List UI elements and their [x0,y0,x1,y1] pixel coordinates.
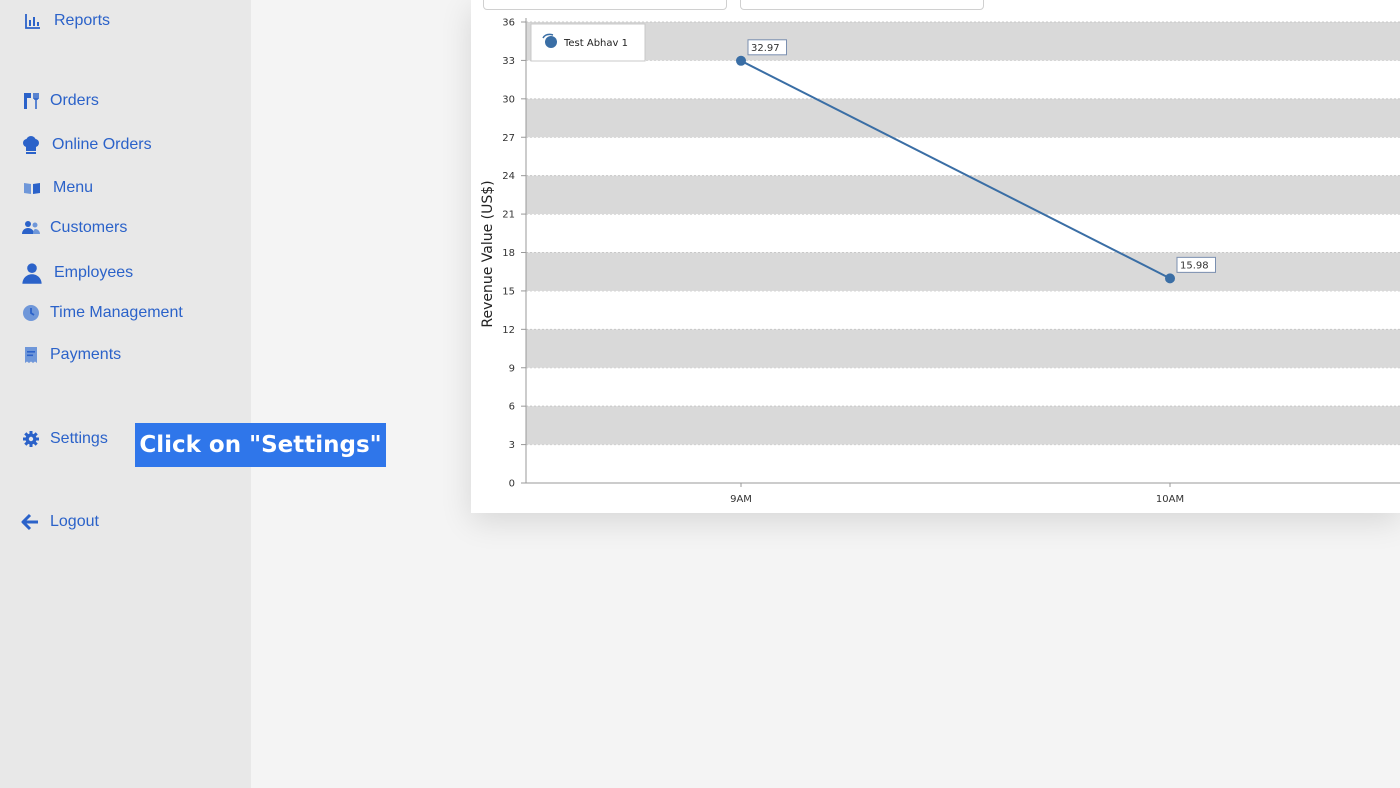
data-label: 32.97 [747,39,787,56]
book-icon [21,177,43,199]
svg-text:32.97: 32.97 [751,43,780,54]
grid-band [526,22,1400,61]
data-label: 15.98 [1176,256,1216,273]
y-tick-label: 30 [502,94,515,105]
y-tick-label: 12 [502,325,515,336]
y-tick-label: 21 [502,210,515,221]
users-icon [20,217,42,239]
legend-marker [545,36,557,48]
sidebar-item-customers[interactable]: Customers [20,217,127,239]
y-tick-label: 33 [502,56,515,67]
y-tick-label: 18 [502,248,515,259]
y-tick-label: 36 [502,18,515,29]
svg-text:15.98: 15.98 [1180,260,1209,271]
gear-icon [20,428,42,450]
arrow-left-icon [20,511,42,533]
user-icon [20,261,44,285]
sidebar-item-employees[interactable]: Employees [20,261,133,285]
grid-band [526,175,1400,215]
data-point[interactable] [736,55,746,66]
y-tick-label: 27 [502,133,515,144]
grid-band [526,406,1400,445]
sidebar-item-label: Online Orders [52,136,152,153]
chef-hat-icon [20,134,42,156]
clock-icon [20,302,42,324]
y-tick-label: 0 [509,479,515,490]
y-tick-label: 6 [509,402,515,413]
sidebar-item-reports[interactable]: Reports [22,10,110,32]
sidebar-item-orders[interactable]: Orders [20,90,99,112]
y-tick-label: 9 [509,363,515,374]
x-tick-label: 10AM [1156,494,1184,505]
instruction-text: Click on "Settings" [139,432,382,458]
y-tick-label: 24 [502,171,515,182]
instruction-callout: Click on "Settings" [135,423,386,467]
sidebar-item-label: Logout [50,513,99,530]
receipt-icon [20,344,42,366]
grid-band [526,98,1400,138]
sidebar: Reports Orders Online Orders Menu Custom… [0,0,251,788]
series-line [740,59,1171,280]
sidebar-item-payments[interactable]: Payments [20,344,121,366]
sidebar-item-menu[interactable]: Menu [21,177,93,199]
chart-panel: 0 3 6 9 12 15 18 21 24 27 30 33 36 9AM 10AM 32.97 15.9… [471,0,1400,513]
sidebar-item-online-orders[interactable]: Online Orders [20,134,152,156]
sidebar-item-label: Payments [50,346,122,363]
sidebar-item-label: Customers [50,219,128,236]
sidebar-item-label: Orders [50,92,99,109]
y-tick-label: 3 [509,440,515,451]
grid-band [526,329,1400,368]
revenue-chart: 0369121518212427303336 9AM 10AM 32.9715.9… [480,18,1400,505]
sidebar-item-label: Time Management [50,304,183,321]
sidebar-item-label: Settings [50,430,108,447]
data-point[interactable] [1165,273,1175,284]
legend-label: Test Abhav 1 [563,38,628,49]
sidebar-item-time-management[interactable]: Time Management [20,302,183,324]
sidebar-item-settings[interactable]: Settings [20,428,108,450]
y-tick-label: 15 [502,286,515,297]
x-tick-label: 9AM [730,494,752,505]
cutlery-icon [20,90,42,112]
sidebar-item-logout[interactable]: Logout [20,511,99,533]
sidebar-item-label: Reports [54,12,111,29]
sidebar-item-label: Menu [53,179,94,196]
bar-chart-icon [22,10,44,32]
y-axis-label: Revenue Value (US$) [480,180,496,327]
grid-band [526,252,1400,291]
sidebar-item-label: Employees [54,264,134,281]
